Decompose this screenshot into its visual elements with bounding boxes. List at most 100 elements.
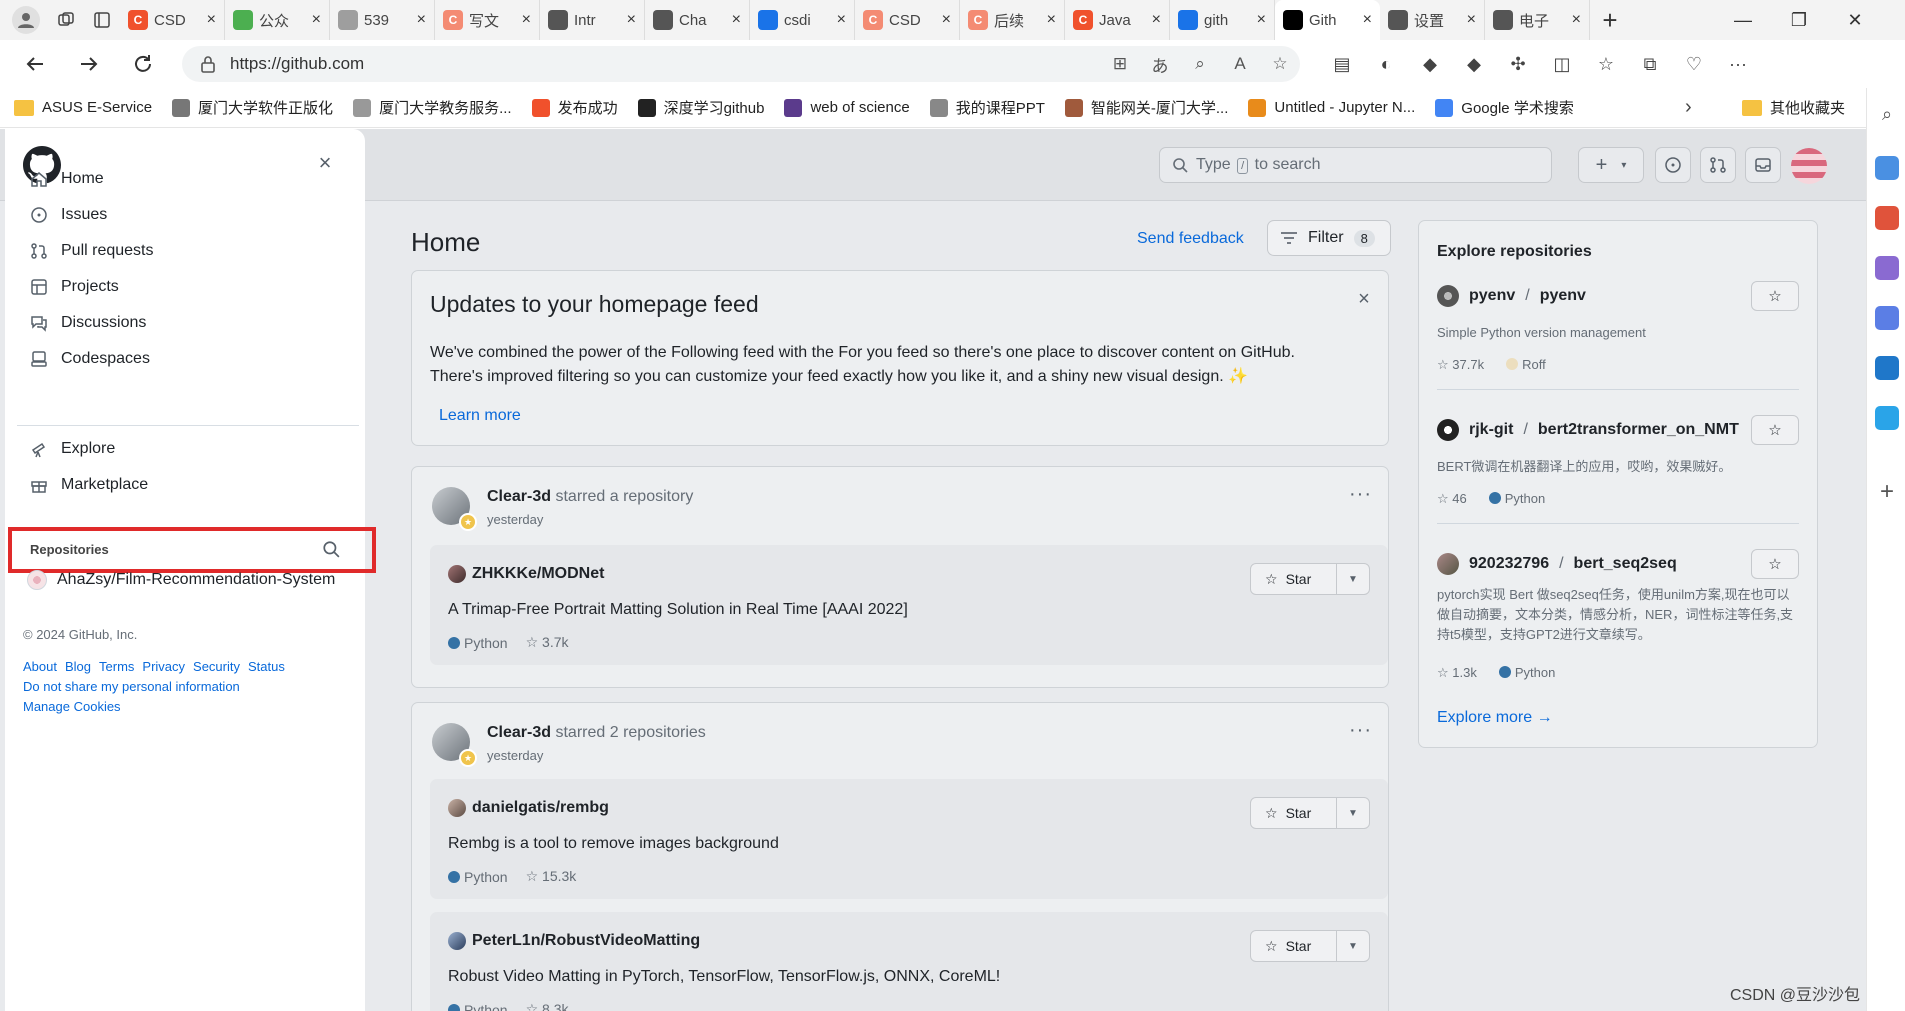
microsoft365-icon[interactable] [1875,306,1899,330]
sidebar-item-explore[interactable]: Explore [29,439,115,459]
bookmarks-chevron-icon[interactable]: › [1685,96,1692,119]
more-options-icon[interactable]: ··· [1349,719,1372,742]
close-tab-icon[interactable]: × [312,11,321,29]
close-tab-icon[interactable]: × [1257,11,1266,29]
bookmark-item[interactable]: Google 学术搜索 [1435,97,1574,118]
sidebar-item-projects[interactable]: Projects [29,277,119,297]
star-dropdown-icon[interactable]: ▼ [1337,808,1369,819]
tab-actions-icon[interactable] [84,4,120,36]
user-avatar[interactable] [1791,148,1827,184]
pull-requests-button[interactable] [1700,147,1736,183]
scholar-ext-icon[interactable]: ◆ [1408,44,1452,84]
restore-button[interactable]: ❐ [1771,0,1827,40]
close-tab-icon[interactable]: × [1572,11,1581,29]
shopping-icon[interactable] [1875,156,1899,180]
other-favorites[interactable]: 其他收藏夹 [1742,97,1845,118]
add-icon[interactable]: + [1875,478,1899,505]
browser-tab[interactable]: 设置 × [1380,0,1485,40]
close-icon[interactable]: × [1354,288,1374,310]
translate-icon[interactable]: あ [1140,50,1180,78]
browser-tab[interactable]: gith × [1170,0,1275,40]
footer-link-terms[interactable]: Terms [99,659,134,674]
browser-tab[interactable]: 公众 × [225,0,330,40]
sidebar-item-home[interactable]: Home [29,169,104,189]
repo-name-link[interactable]: PeterL1n/RobustVideoMatting [448,932,700,950]
sidebar-repo-link[interactable]: AhaZsy/Film-Recommendation-System [27,570,335,590]
browser-tab[interactable]: Gith × [1275,0,1380,40]
extension-icon[interactable]: ◐ [1364,44,1408,84]
browser-essentials-icon[interactable]: ♡ [1672,44,1716,84]
close-tab-icon[interactable]: × [417,11,426,29]
explore-more-link[interactable]: Explore more → [1437,709,1553,727]
close-tab-icon[interactable]: × [1363,11,1372,29]
browser-tab[interactable]: Cha × [645,0,750,40]
close-tab-icon[interactable]: × [732,11,741,29]
browser-tab[interactable]: C 写文 × [435,0,540,40]
reading-mode-icon[interactable]: ▤ [1320,44,1364,84]
star-button[interactable]: ☆ [1751,415,1799,445]
star-button[interactable]: ☆ [1751,549,1799,579]
bookmark-item[interactable]: 厦门大学软件正版化 [172,97,333,118]
sidebar-item-marketplace[interactable]: Marketplace [29,475,148,495]
read-aloud-icon[interactable]: A [1220,50,1260,78]
new-tab-button[interactable]: + [1590,0,1630,40]
bookmark-item[interactable]: 发布成功 [531,97,618,118]
repo-name-link[interactable]: ZHKKKe/MODNet [448,565,604,583]
explore-repo-link[interactable]: 920232796/bert_seq2seq [1437,553,1677,575]
favorite-star-icon[interactable]: ☆ [1260,50,1300,78]
sidebar-item-discussions[interactable]: Discussions [29,313,146,333]
star-button[interactable]: ☆ Star ▼ [1250,797,1370,829]
footer-link-manage-cookies[interactable]: Manage Cookies [23,699,121,714]
back-icon[interactable] [14,44,56,84]
bookmark-item[interactable]: 智能网关-厦门大学... [1064,97,1228,118]
explore-repo-link[interactable]: pyenv / pyenv [1437,285,1586,307]
star-button[interactable]: ☆ Star ▼ [1250,930,1370,962]
close-tab-icon[interactable]: × [837,11,846,29]
issues-button[interactable] [1655,147,1691,183]
favorites-icon[interactable]: ☆ [1584,44,1628,84]
url-field[interactable]: https://github.com ⊞ あ ⌕ A ☆ [182,46,1300,82]
close-tab-icon[interactable]: × [522,11,531,29]
sidebar-item-pull-requests[interactable]: Pull requests [29,241,154,261]
search-icon[interactable]: ⌕ [1875,102,1899,126]
outlook-icon[interactable] [1875,356,1899,380]
send-icon[interactable] [1875,406,1899,430]
split-screen-icon[interactable]: ◫ [1540,44,1584,84]
browser-tab[interactable]: Intr × [540,0,645,40]
search-repositories-icon[interactable] [321,539,341,559]
close-sidebar-icon[interactable]: × [313,150,337,175]
extensions-puzzle-icon[interactable]: ✣ [1496,44,1540,84]
close-tab-icon[interactable]: × [627,11,636,29]
close-tab-icon[interactable]: × [1467,11,1476,29]
close-tab-icon[interactable]: × [207,11,216,29]
app-available-icon[interactable]: ⊞ [1100,50,1140,78]
lock-icon[interactable] [200,55,216,73]
learn-more-link[interactable]: Learn more [439,407,521,425]
minimize-button[interactable]: — [1715,0,1771,40]
browser-tab[interactable]: C Java × [1065,0,1170,40]
bookmark-item[interactable]: Untitled - Jupyter N... [1248,98,1415,117]
explore-repo-link[interactable]: rjk-git / bert2transformer_on_NMT [1437,419,1739,441]
close-window-button[interactable]: ✕ [1827,0,1883,40]
collections-icon[interactable]: ⧉ [1628,44,1672,84]
more-menu-icon[interactable]: ··· [1716,44,1760,84]
browser-tab[interactable]: csdi × [750,0,855,40]
sidebar-item-issues[interactable]: Issues [29,205,107,225]
scholar-ext2-icon[interactable]: ◆ [1452,44,1496,84]
bookmark-item[interactable]: 我的课程PPT [929,97,1045,118]
star-dropdown-icon[interactable]: ▼ [1337,574,1369,585]
close-tab-icon[interactable]: × [1152,11,1161,29]
browser-tab[interactable]: 电子 × [1485,0,1590,40]
footer-link-about[interactable]: About [23,659,57,674]
create-new-button[interactable]: + ▾ [1578,147,1644,183]
footer-link-privacy[interactable]: Privacy [142,659,185,674]
close-tab-icon[interactable]: × [1047,11,1056,29]
footer-link-security[interactable]: Security [193,659,240,674]
footer-link-blog[interactable]: Blog [65,659,91,674]
profile-icon[interactable] [12,6,40,34]
star-dropdown-icon[interactable]: ▼ [1337,941,1369,952]
star-button[interactable]: ☆ [1751,281,1799,311]
bookmark-item[interactable]: ASUS E-Service [14,99,152,116]
forward-icon[interactable] [68,44,110,84]
tools-icon[interactable] [1875,206,1899,230]
